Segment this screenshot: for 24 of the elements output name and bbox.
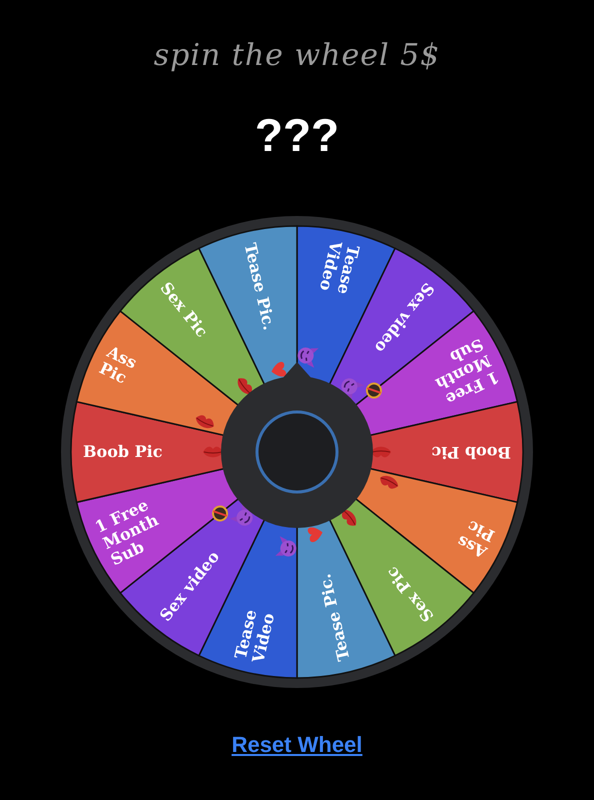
segment-label: Boob Pic: [83, 442, 162, 461]
segment-label: Ass Pic: [96, 342, 140, 388]
reset-wheel-link[interactable]: Reset Wheel: [232, 732, 362, 757]
devil-icon: [298, 348, 319, 368]
segment-label: Tease Video: [230, 608, 278, 665]
devil-icon: [230, 503, 253, 526]
lips-icon: [380, 476, 398, 489]
heart-icon: [271, 362, 286, 377]
segment-label: Tease Pic.: [240, 241, 279, 332]
devil-icon: [275, 536, 296, 556]
heart-icon: [308, 527, 323, 542]
lips-icon: [196, 415, 214, 428]
segment-label: Tease Pic.: [315, 572, 354, 663]
spin-button[interactable]: [256, 410, 338, 494]
lips-icon: [238, 378, 252, 394]
spin-result: ???: [254, 108, 340, 162]
lips-icon: [342, 510, 356, 526]
adult-badge-icon: [212, 505, 228, 522]
page-title: spin the wheel 5$: [154, 37, 440, 75]
segment-label: Boob Pic: [432, 443, 511, 462]
segment-label: Tease Video: [316, 239, 364, 296]
adult-badge-icon: [366, 382, 382, 399]
devil-icon: [341, 378, 364, 401]
segment-label: Ass Pic: [454, 516, 498, 562]
